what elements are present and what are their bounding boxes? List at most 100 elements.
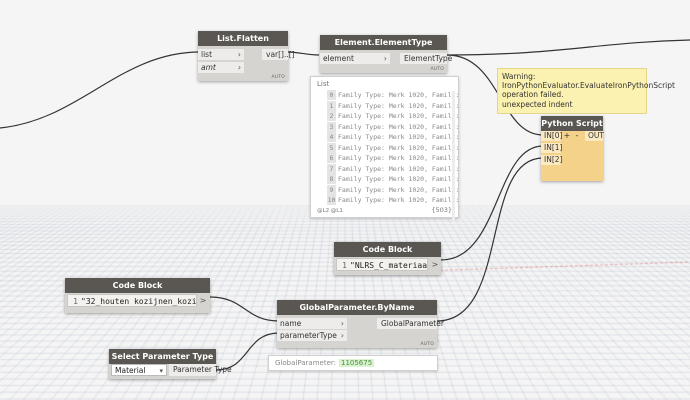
list-item: 0 Family Type: Merk 1020, Family: NL bbox=[327, 90, 463, 100]
node-code-block-material[interactable]: Code Block 1"NLRS_C_materiaal"; > bbox=[334, 242, 441, 275]
remove-input-button[interactable]: - bbox=[573, 131, 581, 141]
list-index: 6 bbox=[327, 153, 336, 163]
list-item: 5 Family Type: Merk 1020, Family: NL bbox=[327, 142, 463, 153]
warning-tooltip: Warning: IronPythonEvaluator.EvaluateIro… bbox=[497, 68, 675, 114]
list-item-text: Family Type: Merk 1020, Family: NL bbox=[338, 185, 463, 194]
list-count: {503} bbox=[431, 206, 452, 214]
node-title[interactable]: Select Parameter Type bbox=[109, 349, 216, 364]
list-index: 5 bbox=[327, 142, 336, 153]
list-item-text: Family Type: Merk 1020, Family: NL bbox=[338, 133, 463, 141]
chevron-right-icon: › bbox=[237, 50, 241, 59]
node-code-block-kozijn[interactable]: Code Block 1"32_houten kozijnen_kozijn";… bbox=[65, 278, 210, 313]
chevron-down-icon: ▾ bbox=[159, 367, 163, 375]
list-item-text: Family Type: Merk 1020, Family: NL bbox=[338, 91, 463, 99]
node-title[interactable]: List.Flatten bbox=[198, 31, 288, 46]
preview-label: GlobalParameter: bbox=[275, 359, 336, 367]
list-item-text: Family Type: Merk 1020, Family: NL bbox=[338, 175, 463, 183]
list-index: 1 bbox=[327, 100, 336, 111]
preview-bubble-globalparameter[interactable]: GlobalParameter: 1105675 bbox=[268, 355, 438, 371]
list-index: 10 bbox=[327, 195, 336, 205]
parameter-type-dropdown[interactable]: Material ▾ bbox=[111, 364, 167, 376]
list-item: 6 Family Type: Merk 1020, Family: NL bbox=[327, 153, 463, 163]
lacing-badge[interactable]: AUTO bbox=[431, 67, 444, 72]
line-number: 1 bbox=[342, 261, 347, 270]
lacing-badge[interactable]: AUTO bbox=[421, 342, 434, 347]
node-element-elementtype[interactable]: Element.ElementType element › ElementTyp… bbox=[320, 35, 452, 73]
list-index: 8 bbox=[327, 174, 336, 184]
list-item: 2 Family Type: Merk 1020, Family: NL bbox=[327, 111, 463, 121]
node-title[interactable]: Code Block bbox=[65, 278, 210, 293]
chevron-right-icon: › bbox=[340, 319, 344, 328]
preview-scrollbar[interactable] bbox=[452, 91, 455, 221]
list-index: 2 bbox=[327, 111, 336, 121]
list-levels[interactable]: @L2 @L1 bbox=[317, 208, 343, 214]
list-item: 10 Family Type: Merk 1020, Family: N bbox=[327, 195, 463, 205]
preview-value: 1105675 bbox=[338, 359, 375, 367]
output-port-code[interactable]: > bbox=[430, 258, 440, 271]
node-title[interactable]: Code Block bbox=[334, 242, 441, 257]
list-item: 7 Family Type: Merk 1020, Family: NL bbox=[327, 163, 463, 174]
list-item: 4 Family Type: Merk 1020, Family: NL bbox=[327, 132, 463, 142]
input-port-name[interactable]: name › bbox=[277, 318, 347, 329]
output-port-out[interactable]: OUT bbox=[585, 131, 604, 141]
warning-line: operation failed. bbox=[502, 90, 564, 100]
node-title[interactable]: GlobalParameter.ByName bbox=[277, 300, 437, 315]
output-port-parametertype[interactable]: Parameter Type bbox=[169, 364, 232, 376]
port-label: ElementType bbox=[404, 54, 453, 63]
node-list-flatten[interactable]: List.Flatten list › amt › var[]..[] AUTO bbox=[198, 31, 295, 81]
preview-title: List bbox=[317, 80, 330, 88]
dynamo-canvas[interactable]: List.Flatten list › amt › var[]..[] AUTO… bbox=[0, 0, 690, 400]
list-item: 3 Family Type: Merk 1020, Family: NL bbox=[327, 121, 463, 132]
list-item: 1 Family Type: Merk 1020, Family: NL bbox=[327, 100, 463, 111]
output-port-globalparameter[interactable]: GlobalParameter bbox=[377, 318, 444, 329]
add-input-button[interactable]: + bbox=[563, 131, 571, 141]
input-port-in1[interactable]: IN[1] bbox=[541, 143, 562, 153]
lacing-badge[interactable]: AUTO bbox=[272, 75, 285, 80]
code-editor[interactable]: 1"NLRS_C_materiaal"; bbox=[336, 258, 428, 271]
list-item: 8 Family Type: Merk 1020, Family: NL bbox=[327, 174, 463, 184]
port-label: element bbox=[323, 54, 354, 63]
port-label: Parameter Type bbox=[173, 365, 232, 374]
line-number: 1 bbox=[73, 297, 78, 306]
output-port-var[interactable]: var[]..[] bbox=[262, 49, 295, 60]
chevron-right-icon: › bbox=[383, 54, 387, 63]
list-item-text: Family Type: Merk 1020, Family: NL bbox=[338, 164, 463, 173]
node-select-parameter-type[interactable]: Select Parameter Type Material ▾ Paramet… bbox=[109, 349, 232, 379]
input-port-in2[interactable]: IN[2] bbox=[541, 155, 562, 165]
list-index: 4 bbox=[327, 132, 336, 142]
code-editor[interactable]: 1"32_houten kozijnen_kozijn"; bbox=[67, 294, 197, 307]
code-text[interactable]: "32_houten kozijnen_kozijn"; bbox=[81, 297, 196, 306]
port-label: list bbox=[201, 50, 213, 59]
list-item-text: Family Type: Merk 1020, Family: NL bbox=[338, 154, 463, 162]
warning-line: IronPythonEvaluator.EvaluateIronPythonSc… bbox=[502, 81, 675, 91]
list-item-text: Family Type: Merk 1020, Family: NL bbox=[338, 122, 463, 131]
input-port-in0[interactable]: IN[0] bbox=[541, 131, 562, 141]
input-port-parametertype[interactable]: parameterType › bbox=[277, 330, 347, 341]
chevron-right-icon: › bbox=[340, 331, 344, 340]
node-title[interactable]: Python Script bbox=[541, 116, 603, 131]
list-item-text: Family Type: Merk 1020, Family: NL bbox=[338, 143, 463, 152]
port-label: name bbox=[280, 319, 302, 328]
list-index: 9 bbox=[327, 184, 336, 195]
dropdown-value: Material bbox=[115, 366, 146, 375]
list-index: 7 bbox=[327, 163, 336, 174]
chevron-right-icon: › bbox=[237, 63, 241, 72]
list-item: 9 Family Type: Merk 1020, Family: NL bbox=[327, 184, 463, 195]
list-item-text: Family Type: Merk 1020, Family: NL bbox=[338, 112, 463, 120]
list-item-text: Family Type: Merk 1020, Family: NL bbox=[338, 101, 463, 110]
input-port-amt[interactable]: amt › bbox=[198, 62, 244, 73]
input-port-list[interactable]: list › bbox=[198, 49, 244, 60]
node-title[interactable]: Element.ElementType bbox=[320, 35, 447, 50]
list-index: 3 bbox=[327, 121, 336, 132]
warning-line: Warning: bbox=[502, 72, 536, 81]
node-globalparameter-byname[interactable]: GlobalParameter.ByName name › parameterT… bbox=[277, 300, 444, 348]
preview-bubble-list[interactable]: List 0 Family Type: Merk 1020, Family: NL… bbox=[310, 76, 463, 221]
output-port-elementtype[interactable]: ElementType bbox=[400, 53, 452, 64]
code-text[interactable]: "NLRS_C_materiaal"; bbox=[350, 261, 427, 270]
list-item-text: Family Type: Merk 1020, Family: N bbox=[338, 196, 463, 204]
port-label: GlobalParameter bbox=[381, 319, 444, 328]
node-python-script[interactable]: Python Script IN[0] + - OUT IN[1] IN[2] bbox=[541, 116, 604, 181]
input-port-element[interactable]: element › bbox=[320, 53, 390, 64]
output-port-code[interactable]: > bbox=[198, 294, 208, 307]
port-label: amt bbox=[201, 63, 216, 72]
